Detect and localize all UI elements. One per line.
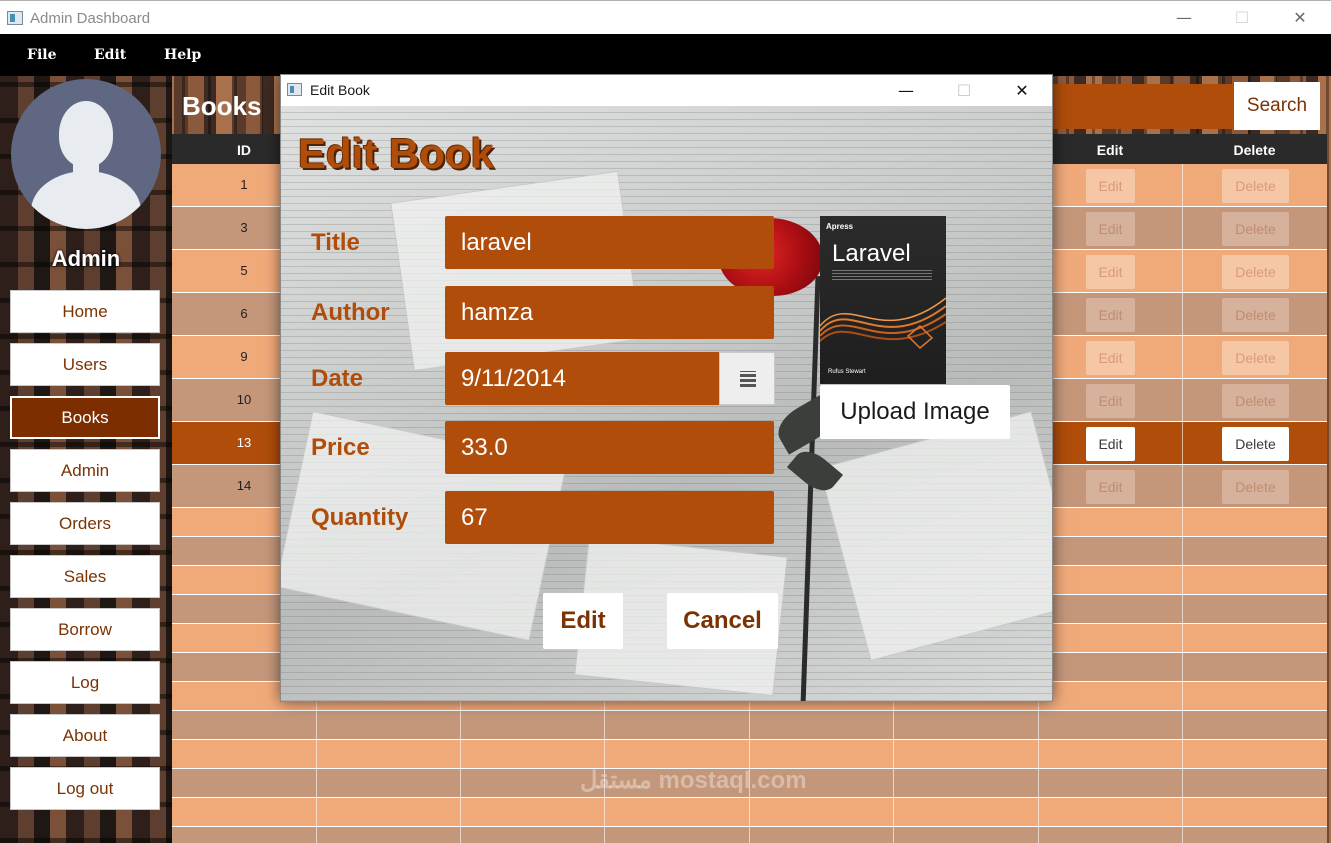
background-paper — [390, 170, 642, 372]
app-icon — [7, 11, 23, 25]
book-cover-author: Rufus Stewart — [828, 369, 866, 375]
sidebar-item-about[interactable]: About — [10, 714, 160, 757]
row-delete-button[interactable]: Delete — [1222, 169, 1289, 203]
row-delete-button[interactable]: Delete — [1222, 255, 1289, 289]
row-edit-button[interactable]: Edit — [1086, 255, 1135, 289]
header-edit: Edit — [1096, 142, 1124, 158]
search-button[interactable]: Search — [1234, 82, 1320, 130]
sidebar-item-sales[interactable]: Sales — [10, 555, 160, 598]
sidebar-item-home[interactable]: Home — [10, 290, 160, 333]
book-cover-title: Laravel — [832, 240, 911, 267]
menu-edit[interactable]: Edit — [94, 47, 126, 63]
quantity-input[interactable]: 67 — [445, 491, 774, 544]
date-picker-button[interactable] — [719, 352, 775, 405]
background-paper — [818, 410, 1052, 662]
author-label: Author — [311, 299, 390, 326]
user-label: Admin — [51, 246, 121, 271]
sidebar: Admin Home Users Books Admin Orders Sale… — [0, 76, 172, 843]
title-label: Title — [311, 229, 360, 256]
dialog-titlebar: Edit Book — ☐ ✕ — [281, 75, 1052, 106]
page-title: Books — [182, 91, 262, 121]
watermark: مستقل mostaql.com — [580, 767, 807, 794]
book-cover-image: Apress Laravel Rufus Stewart — [820, 216, 946, 384]
avatar-body — [31, 171, 141, 229]
book-cover-publisher: Apress — [826, 222, 854, 231]
quantity-label: Quantity — [311, 504, 409, 531]
sidebar-item-log[interactable]: Log — [10, 661, 160, 704]
menubar: File Edit Help — [0, 34, 1331, 76]
sidebar-item-books[interactable]: Books — [10, 396, 160, 439]
maximize-button[interactable]: ☐ — [1213, 1, 1271, 35]
window-title: Admin Dashboard — [30, 10, 151, 27]
avatar-head — [59, 101, 113, 167]
title-input[interactable]: laravel — [445, 216, 774, 269]
row-edit-button[interactable]: Edit — [1086, 212, 1135, 246]
edit-button[interactable]: Edit — [543, 593, 623, 649]
menu-help[interactable]: Help — [164, 47, 201, 63]
dialog-maximize-button[interactable]: ☐ — [935, 75, 993, 106]
row-delete-button[interactable]: Delete — [1222, 341, 1289, 375]
minimize-button[interactable]: — — [1155, 1, 1213, 35]
cancel-button[interactable]: Cancel — [667, 593, 778, 649]
row-edit-button[interactable]: Edit — [1086, 427, 1135, 461]
header-delete: Delete — [1233, 142, 1276, 158]
dialog-minimize-button[interactable]: — — [877, 75, 935, 106]
sidebar-item-borrow[interactable]: Borrow — [10, 608, 160, 651]
search-input[interactable] — [1052, 84, 1234, 129]
sidebar-item-orders[interactable]: Orders — [10, 502, 160, 545]
price-label: Price — [311, 434, 370, 461]
main-titlebar: Admin Dashboard — ☐ ✕ — [0, 0, 1331, 34]
row-delete-button[interactable]: Delete — [1222, 427, 1289, 461]
date-input[interactable]: 9/11/2014 — [445, 352, 719, 405]
row-edit-button[interactable]: Edit — [1086, 384, 1135, 418]
book-cover-subtitle — [832, 270, 932, 280]
avatar — [11, 79, 161, 229]
edit-book-dialog: Edit Book — ☐ ✕ Edit Book Title laravel … — [280, 74, 1053, 702]
book-cover-wave — [820, 297, 946, 350]
dialog-title: Edit Book — [310, 82, 370, 98]
dialog-body: Edit Book Title laravel Author hamza Dat… — [281, 106, 1052, 701]
row-delete-button[interactable]: Delete — [1222, 384, 1289, 418]
upload-image-button[interactable]: Upload Image — [820, 385, 1010, 439]
row-delete-button[interactable]: Delete — [1222, 212, 1289, 246]
price-input[interactable]: 33.0 — [445, 421, 774, 474]
dialog-heading: Edit Book — [298, 130, 494, 177]
row-edit-button[interactable]: Edit — [1086, 341, 1135, 375]
sidebar-item-users[interactable]: Users — [10, 343, 160, 386]
menu-file[interactable]: File — [27, 47, 56, 63]
dialog-app-icon — [287, 83, 302, 96]
sidebar-item-admin[interactable]: Admin — [10, 449, 160, 492]
column-divider — [1182, 164, 1183, 843]
sidebar-item-logout[interactable]: Log out — [10, 767, 160, 810]
row-delete-button[interactable]: Delete — [1222, 470, 1289, 504]
author-input[interactable]: hamza — [445, 286, 774, 339]
row-delete-button[interactable]: Delete — [1222, 298, 1289, 332]
row-edit-button[interactable]: Edit — [1086, 298, 1135, 332]
row-edit-button[interactable]: Edit — [1086, 470, 1135, 504]
row-edit-button[interactable]: Edit — [1086, 169, 1135, 203]
calendar-icon — [740, 371, 756, 387]
close-button[interactable]: ✕ — [1271, 1, 1329, 35]
date-label: Date — [311, 365, 364, 392]
dialog-close-button[interactable]: ✕ — [993, 75, 1051, 106]
